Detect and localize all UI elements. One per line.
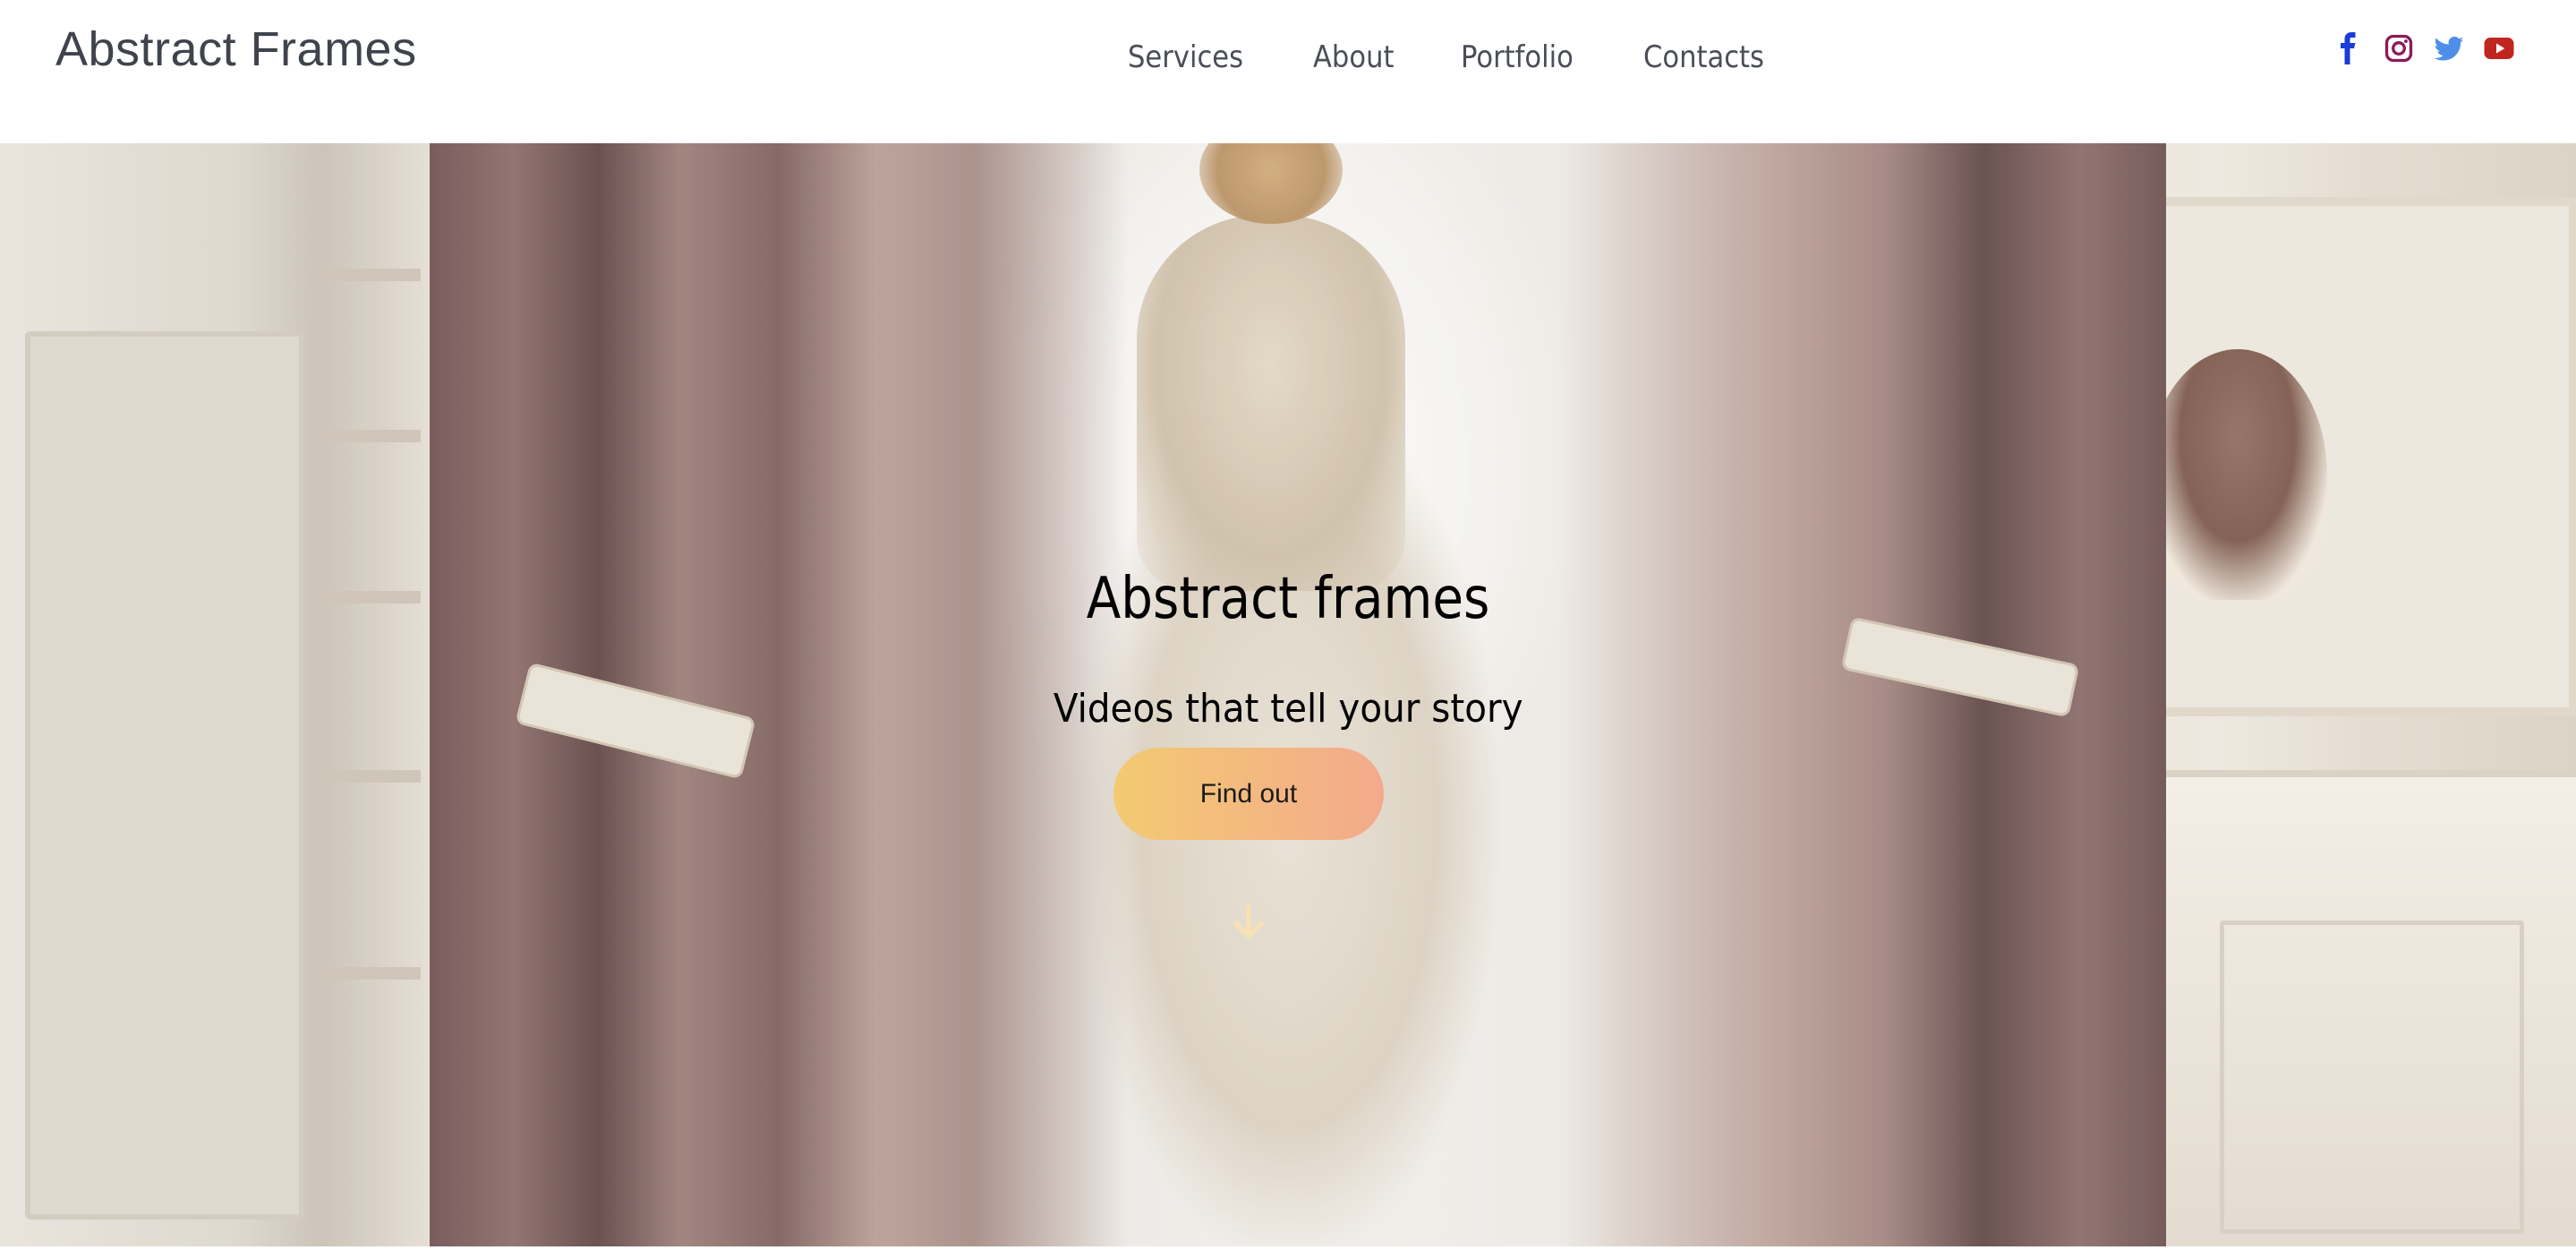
youtube-icon[interactable] [2483, 32, 2515, 64]
hero-subtitle: Videos that tell your story [0, 686, 2576, 732]
hero-section: Abstract frames Videos that tell your st… [0, 143, 2576, 1246]
nav-link-contacts[interactable]: Contacts [1643, 39, 1764, 84]
twitter-icon[interactable] [2433, 32, 2465, 64]
instagram-icon[interactable] [2383, 32, 2415, 64]
main-nav: Services About Portfolio Contacts [1128, 39, 1778, 84]
hero-title: Abstract frames [0, 566, 2576, 632]
arrow-down-icon[interactable] [1226, 901, 1271, 946]
site-logo[interactable]: Abstract Frames [55, 21, 417, 77]
nav-link-portfolio[interactable]: Portfolio [1461, 39, 1574, 84]
find-out-button[interactable]: Find out [1113, 748, 1384, 840]
facebook-icon[interactable] [2333, 32, 2365, 64]
hero-subtitle-text: Videos that tell your story [1053, 686, 1523, 732]
social-links [2333, 32, 2515, 64]
nav-link-services[interactable]: Services [1128, 39, 1243, 84]
nav-link-about[interactable]: About [1313, 39, 1394, 84]
hero-title-text: Abstract frames [1086, 566, 1490, 632]
site-header: Abstract Frames Services About Portfolio… [0, 0, 2576, 143]
